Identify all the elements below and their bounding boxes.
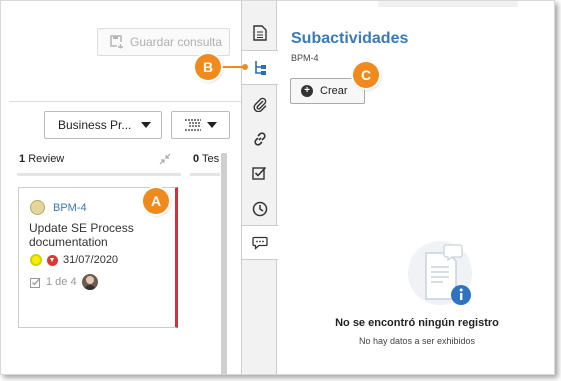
record-id: BPM-4 xyxy=(291,53,319,63)
column-label: Review xyxy=(28,153,65,165)
checklist-icon xyxy=(30,277,41,288)
panel-top-strip xyxy=(378,1,518,7)
rail-item-history[interactable] xyxy=(242,191,277,226)
save-query-label: Guardar consulta xyxy=(130,35,223,49)
plus-icon: + xyxy=(301,85,313,97)
list-options-icon xyxy=(184,119,201,131)
process-type-icon xyxy=(30,200,45,215)
clock-icon xyxy=(252,201,267,216)
chevron-down-icon xyxy=(206,122,217,128)
save-query-icon xyxy=(110,35,124,49)
checklist-icon xyxy=(252,166,267,180)
card-id-link[interactable]: BPM-4 xyxy=(53,202,87,214)
attachment-icon xyxy=(252,97,266,112)
status-indicator-icon xyxy=(30,254,42,266)
toolbar-divider xyxy=(9,101,241,102)
column-underline xyxy=(17,173,181,176)
column-underline xyxy=(190,173,220,176)
subactivities-panel: Subactividades BPM-4 + Crear C No se enc… xyxy=(278,1,554,374)
callout-marker-a: A xyxy=(143,188,169,214)
list-view-dropdown[interactable] xyxy=(171,111,230,139)
link-icon xyxy=(253,131,266,146)
column-header-review: 1 Review xyxy=(19,153,64,165)
column-count: 0 xyxy=(193,153,200,165)
comment-icon xyxy=(252,236,268,250)
create-label: Crear xyxy=(320,85,348,97)
rail-item-checklist[interactable] xyxy=(242,156,277,191)
card-meta: 31/07/2020 xyxy=(30,254,118,266)
column-label: Tes xyxy=(201,153,220,165)
card-date: 31/07/2020 xyxy=(63,254,119,266)
process-filter-label: Business Pr... xyxy=(58,118,132,132)
rail-item-document[interactable] xyxy=(242,15,277,50)
app-window: Guardar consulta Business Pr... 1 Review… xyxy=(0,0,555,375)
column-count: 1 xyxy=(19,153,26,165)
empty-state-icon xyxy=(408,241,472,305)
chevron-down-icon xyxy=(141,122,152,128)
column-header-test: 0 Tes xyxy=(193,153,219,165)
card-title: Update SE Process documentation xyxy=(29,221,134,249)
scrollbar[interactable] xyxy=(221,153,227,374)
create-button[interactable]: + Crear xyxy=(290,78,365,104)
side-icon-rail xyxy=(241,1,278,374)
avatar[interactable] xyxy=(81,274,98,290)
rail-item-links[interactable] xyxy=(242,121,277,156)
save-query-button[interactable]: Guardar consulta xyxy=(97,28,230,56)
collapse-icon[interactable] xyxy=(159,153,171,165)
panel-title: Subactividades xyxy=(291,30,409,47)
callout-marker-b: B xyxy=(195,54,221,80)
rail-item-attachments[interactable] xyxy=(242,86,277,121)
priority-down-icon xyxy=(47,254,58,266)
subactivity-tree-icon xyxy=(255,60,266,75)
card-counter: 1 de 4 xyxy=(46,276,77,288)
callout-marker-c: C xyxy=(353,62,379,88)
card-footer: 1 de 4 xyxy=(30,274,98,290)
document-icon xyxy=(252,24,267,41)
process-filter-dropdown[interactable]: Business Pr... xyxy=(44,111,162,139)
empty-state-subtitle: No hay datos a ser exhibidos xyxy=(358,336,476,346)
rail-item-comments[interactable] xyxy=(242,225,278,260)
empty-state-title: No se encontró ningún registro xyxy=(335,317,499,329)
